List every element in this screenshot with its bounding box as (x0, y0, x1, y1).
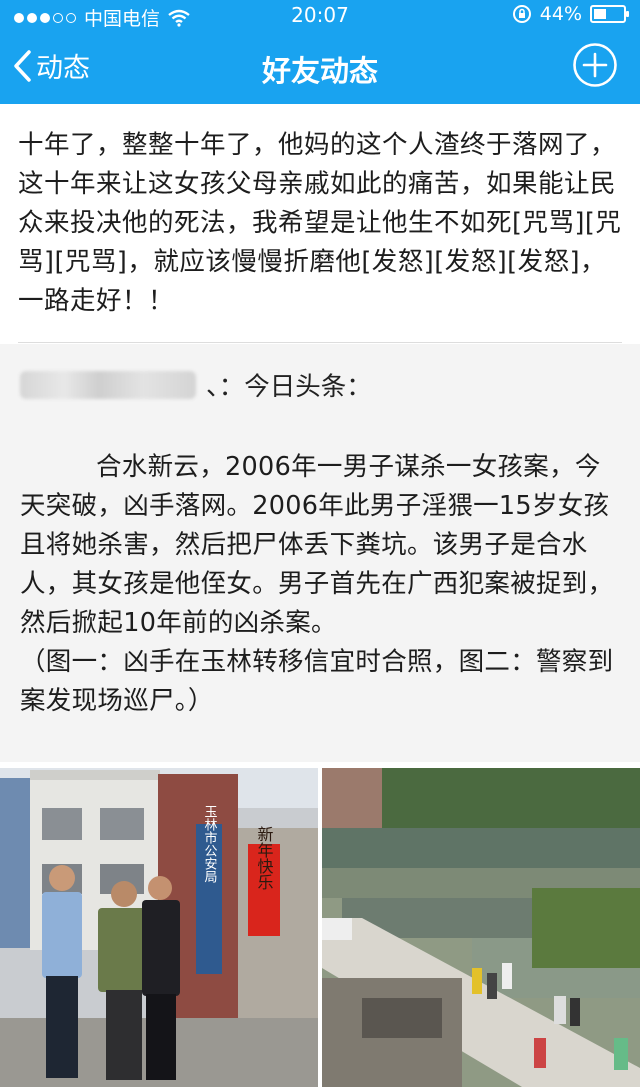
shared-article[interactable]: 、：今日头条： 合水新云，2006年一男子谋杀一女孩案，今天突破，凶手落网。20… (0, 344, 640, 762)
post-text: 十年了，整整十年了，他妈的这个人渣终于落网了，这十年来让这女孩父母亲戚如此的痛苦… (18, 130, 622, 316)
photo-1-sign: 玉林市公安局 (202, 805, 218, 883)
share-caption: （图一：凶手在玉林转移信宜时合照，图二：警察到案发现场巡尸。） (20, 647, 614, 716)
back-label: 动态 (36, 53, 90, 84)
nav-bar: 动态 好友动态 (0, 30, 640, 104)
back-button[interactable]: 动态 (12, 46, 90, 85)
share-source-label: 、：今日头条： (206, 372, 372, 402)
status-right: 44% (512, 3, 629, 25)
status-bar: 中国电信 20:07 44% (0, 0, 640, 30)
page-title: 好友动态 (261, 54, 378, 88)
rotation-lock-icon (512, 5, 531, 23)
photo-strip: 玉林市公安局 新年快乐 (0, 768, 640, 1087)
divider (18, 342, 622, 343)
share-source: 、：今日头条： (20, 366, 372, 403)
share-body: 合水新云，2006年一男子谋杀一女孩案，今天突破，凶手落网。2006年此男子淫猥… (20, 448, 624, 721)
blurred-username (20, 370, 196, 399)
photo-suspect-with-police[interactable]: 玉林市公安局 新年快乐 (0, 768, 318, 1087)
feed-content: 十年了，整整十年了，他妈的这个人渣终于落网了，这十年来让这女孩父母亲戚如此的痛苦… (0, 104, 640, 1087)
photo-1-image: 玉林市公安局 新年快乐 (0, 768, 318, 1087)
battery-level-fill (594, 9, 606, 19)
plus-circle-icon[interactable] (572, 42, 618, 88)
photo-2-image (322, 768, 640, 1087)
battery-icon (590, 5, 629, 23)
photo-crime-scene[interactable] (322, 768, 640, 1087)
chevron-left-icon (14, 49, 31, 82)
photo-1-couplet: 新年快乐 (255, 826, 274, 890)
share-paragraph: 合水新云，2006年一男子谋杀一女孩案，今天突破，凶手落网。2006年此男子淫猥… (20, 452, 614, 638)
battery-percent: 44% (539, 3, 582, 25)
app-header: 中国电信 20:07 44% 动态 好友动态 (0, 0, 640, 104)
